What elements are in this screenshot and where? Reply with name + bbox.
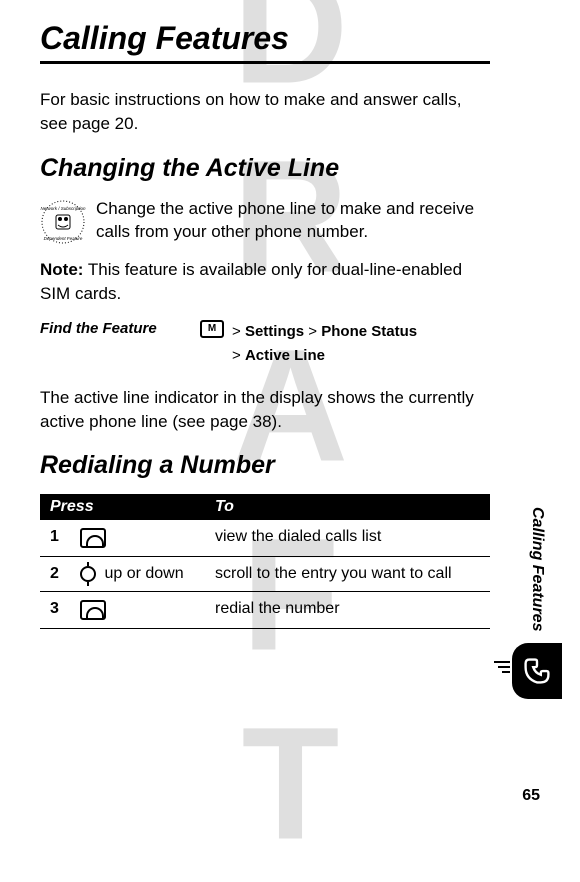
path-sep: >	[232, 323, 241, 340]
path-sep: >	[308, 323, 317, 340]
path-sep: >	[232, 347, 241, 364]
menu-path: > Settings > Phone Status > Active Line	[232, 320, 417, 368]
section1-note: Note: This feature is available only for…	[40, 258, 490, 306]
send-key-icon	[80, 600, 106, 620]
redial-table: Press To 1 view the dialed calls list 2 …	[40, 494, 490, 629]
network-feature-icon: Network / Subscription Dependent Feature	[40, 199, 86, 250]
row-num: 1	[40, 520, 70, 557]
find-feature-row: Find the Feature M > Settings > Phone St…	[40, 320, 490, 368]
row-num: 3	[40, 592, 70, 629]
nav-key-icon	[80, 566, 96, 582]
page-number: 65	[522, 787, 540, 805]
find-feature-path: M > Settings > Phone Status > Active Lin…	[200, 320, 417, 368]
row-press	[70, 520, 205, 557]
path-phone-status: Phone Status	[321, 323, 417, 340]
section-icon-block: Network / Subscription Dependent Feature…	[40, 197, 490, 245]
intro-text: For basic instructions on how to make an…	[40, 88, 490, 136]
table-row: 3 redial the number	[40, 592, 490, 629]
note-label: Note:	[40, 260, 83, 279]
section1-para2: The active line indicator in the display…	[40, 386, 490, 434]
row-to: view the dialed calls list	[205, 520, 490, 557]
phone-tab-icon	[512, 643, 562, 699]
side-tab: Calling Features	[512, 507, 562, 699]
row-press	[70, 592, 205, 629]
table-header-row: Press To	[40, 494, 490, 520]
page-title: Calling Features	[40, 20, 490, 57]
header-to: To	[205, 494, 490, 520]
section-heading-active-line: Changing the Active Line	[40, 154, 490, 183]
svg-text:Network / Subscription: Network / Subscription	[40, 206, 86, 211]
side-label: Calling Features	[528, 507, 546, 631]
section-heading-redial: Redialing a Number	[40, 451, 490, 480]
row-press-text: up or down	[100, 565, 184, 582]
path-active-line: Active Line	[245, 347, 325, 364]
menu-key-icon: M	[200, 320, 224, 338]
find-feature-label: Find the Feature	[40, 320, 200, 368]
row-press: up or down	[70, 557, 205, 592]
note-body: This feature is available only for dual-…	[40, 260, 462, 303]
header-press: Press	[40, 494, 205, 520]
page-content: Calling Features For basic instructions …	[0, 0, 580, 649]
row-num: 2	[40, 557, 70, 592]
table-row: 1 view the dialed calls list	[40, 520, 490, 557]
table-row: 2 up or down scroll to the entry you wan…	[40, 557, 490, 592]
row-to: redial the number	[205, 592, 490, 629]
speed-lines-icon	[494, 661, 510, 676]
row-to: scroll to the entry you want to call	[205, 557, 490, 592]
svg-text:Dependent Feature: Dependent Feature	[44, 236, 83, 241]
send-key-icon	[80, 528, 106, 548]
section1-para1: Change the active phone line to make and…	[96, 199, 474, 242]
title-divider	[40, 61, 490, 64]
path-settings: Settings	[245, 323, 304, 340]
